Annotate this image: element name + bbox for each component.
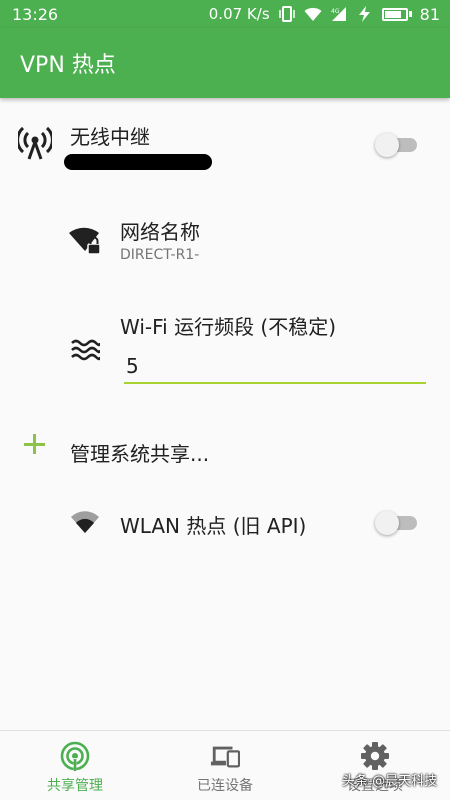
nav-tab-devices[interactable]: 已连设备	[150, 731, 300, 800]
nav-tab-settings[interactable]: 设置选项	[300, 731, 450, 800]
wlan-hotspot-toggle[interactable]	[375, 511, 419, 535]
app-bar: VPN 热点	[0, 28, 450, 98]
devices-icon	[210, 741, 240, 771]
wifi-band-title: Wi-Fi 运行频段 (不稳定)	[120, 315, 337, 339]
status-bar: 13:26 0.07 K/s 4G 81	[0, 0, 450, 28]
status-indicators: 0.07 K/s 4G 81	[209, 5, 440, 24]
wifi-band-input[interactable]	[124, 350, 426, 384]
charging-icon	[358, 6, 370, 22]
wireless-repeater-toggle[interactable]	[375, 133, 419, 157]
broadcast-tower-icon	[18, 126, 52, 160]
battery-percent: 81	[419, 4, 440, 24]
network-name-row[interactable]: 网络名称 DIRECT-R1-	[0, 205, 450, 275]
nav-label-devices: 已连设备	[197, 778, 253, 794]
waves-icon	[70, 338, 100, 364]
wlan-hotspot-title: WLAN 热点 (旧 API)	[120, 514, 307, 538]
wireless-repeater-title: 无线中继	[70, 125, 150, 149]
vibrate-icon	[278, 6, 295, 22]
plus-icon	[23, 432, 47, 456]
network-speed: 0.07 K/s	[208, 5, 270, 23]
network-name-title: 网络名称	[120, 220, 200, 244]
network-name-value: DIRECT-R1-	[120, 247, 200, 263]
hotspot-icon	[60, 741, 90, 771]
manage-sharing-label: 管理系统共享...	[70, 442, 210, 466]
wifi-hotspot-icon	[70, 511, 100, 535]
cellular-signal-icon: 4G	[331, 7, 346, 21]
wifi-lock-icon	[68, 223, 104, 257]
svg-text:4G: 4G	[331, 8, 340, 15]
redacted-text	[64, 154, 212, 170]
nav-tab-sharing[interactable]: 共享管理	[0, 731, 150, 800]
wifi-icon	[304, 7, 322, 21]
nav-label-sharing: 共享管理	[47, 778, 103, 794]
wlan-hotspot-row[interactable]: WLAN 热点 (旧 API)	[0, 495, 450, 555]
bottom-navigation: 共享管理 已连设备 设置选项	[0, 730, 450, 800]
status-time: 13:26	[12, 4, 59, 24]
watermark: 头条 @晨天科技	[342, 774, 438, 789]
app-title: VPN 热点	[20, 53, 116, 78]
wireless-repeater-row[interactable]: 无线中继	[0, 110, 450, 190]
manage-sharing-row[interactable]: 管理系统共享...	[0, 420, 450, 480]
battery-icon	[381, 7, 412, 21]
gear-icon	[360, 741, 390, 771]
